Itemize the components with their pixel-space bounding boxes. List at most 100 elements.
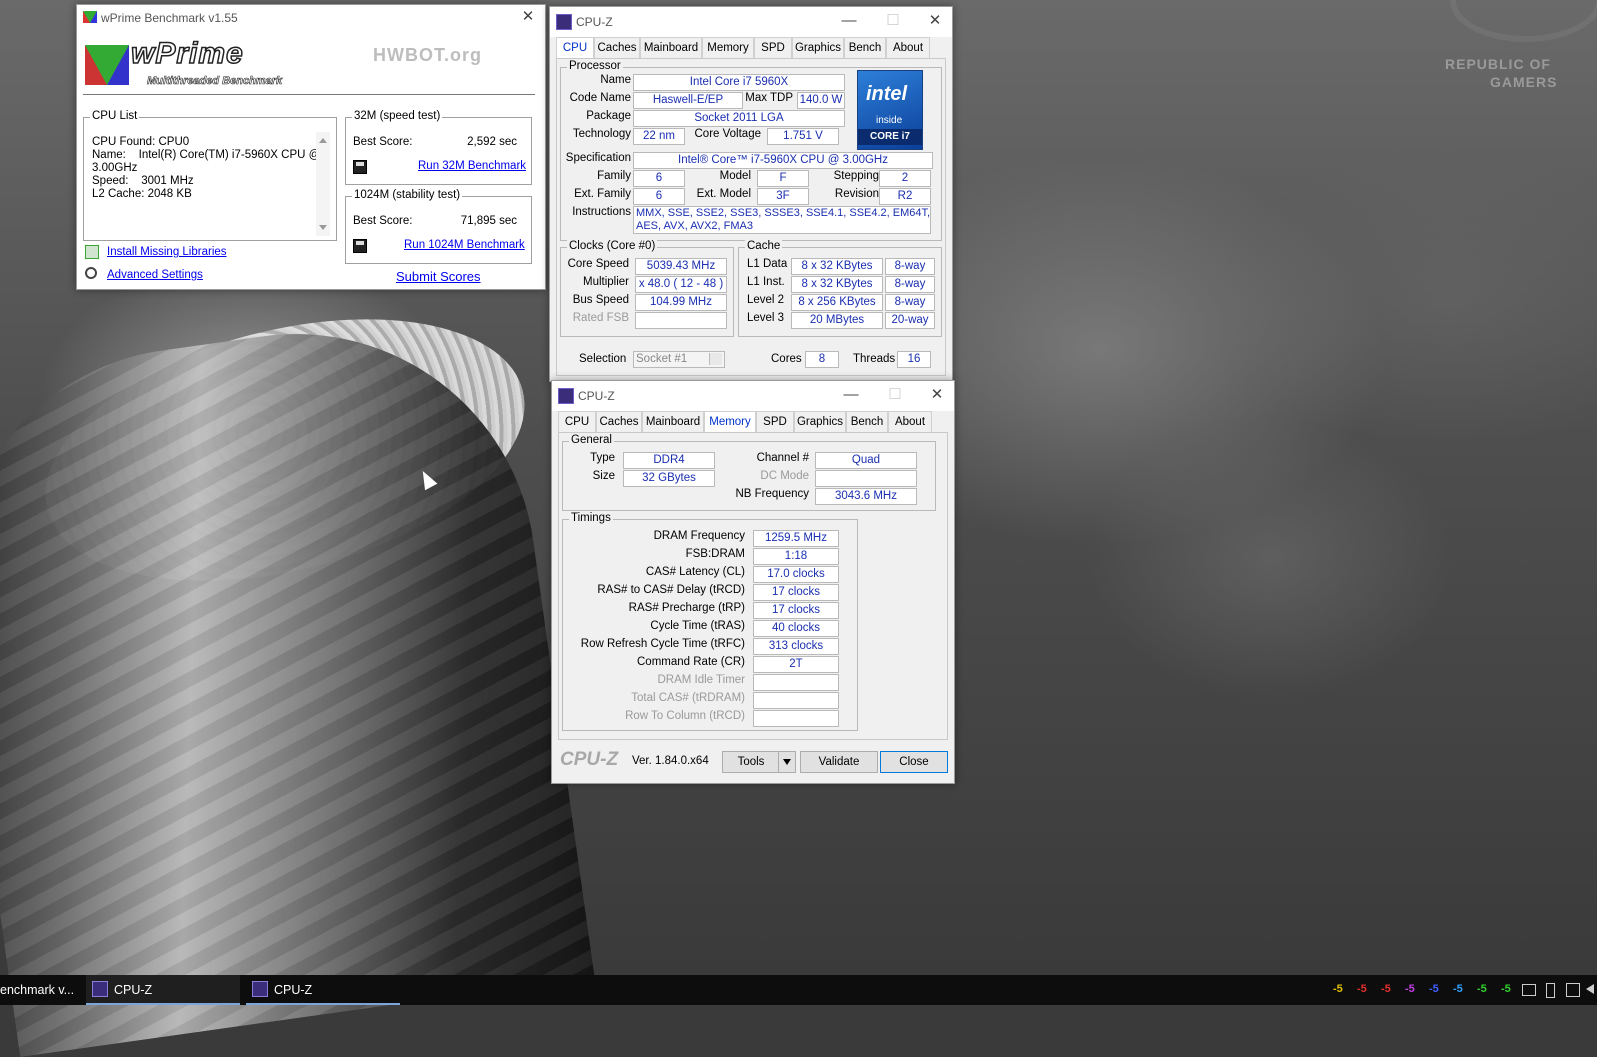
- validate-button[interactable]: Validate: [800, 751, 878, 773]
- corespeed-value: 5039.43 MHz: [635, 258, 727, 275]
- tray-monitor-icon[interactable]: [1522, 984, 1536, 996]
- multiplier-label: Multiplier: [582, 276, 629, 288]
- wprime-window: wPrime Benchmark v1.55 ✕ wPrime Multithr…: [76, 4, 546, 290]
- corevoltage-value: 1.751 V: [767, 128, 839, 145]
- general-group: General Type DDR4 Size 32 GBytes Channel…: [562, 434, 936, 511]
- floppy-save-icon[interactable]: [353, 239, 367, 253]
- selection-dropdown[interactable]: Socket #1: [633, 351, 725, 368]
- minimize-button[interactable]: —: [838, 385, 864, 405]
- cores-label: Cores: [771, 353, 802, 365]
- scroll-down-icon[interactable]: [319, 225, 327, 230]
- submit-scores-link[interactable]: Submit Scores: [396, 269, 481, 284]
- tab-caches[interactable]: Caches: [596, 411, 642, 432]
- stability-test-title: 1024M (stability test): [352, 189, 463, 201]
- tab-memory[interactable]: Memory: [702, 37, 754, 58]
- l1data-way: 8-way: [885, 258, 935, 275]
- scroll-up-icon[interactable]: [319, 138, 327, 143]
- tray-temp-indicator[interactable]: -5: [1453, 983, 1463, 995]
- tab-bench[interactable]: Bench: [844, 37, 886, 58]
- advanced-settings-link[interactable]: Advanced Settings: [107, 269, 203, 281]
- tray-temp-indicator[interactable]: -5: [1477, 983, 1487, 995]
- taskbar-item-wprime[interactable]: enchmark v...: [0, 975, 80, 1005]
- wprime-logo-subtitle: Multithreaded Benchmark: [147, 75, 283, 88]
- close-button[interactable]: ✕: [924, 385, 950, 405]
- taskbar-item-cpuz-1[interactable]: CPU-Z: [86, 975, 240, 1005]
- tab-cpu[interactable]: CPU: [558, 411, 596, 432]
- tray-network-icon[interactable]: [1566, 983, 1580, 997]
- tools-dropdown-button[interactable]: [778, 751, 796, 773]
- tab-bench[interactable]: Bench: [846, 411, 888, 432]
- l1inst-way: 8-way: [885, 276, 935, 293]
- run-32m-button[interactable]: Run 32M Benchmark: [418, 160, 526, 172]
- general-title: General: [569, 434, 614, 446]
- hwbot-logo[interactable]: HWBOT.org: [373, 45, 482, 66]
- cpuz-app-icon: [252, 981, 268, 998]
- cpu-list-box[interactable]: CPU Found: CPU0 Name: Intel(R) Core(TM) …: [88, 132, 330, 236]
- speed-best-score-label: Best Score:: [353, 136, 413, 148]
- floppy-save-icon[interactable]: [353, 160, 367, 174]
- tray-temp-indicator[interactable]: -5: [1333, 983, 1343, 995]
- tab-graphics[interactable]: Graphics: [794, 411, 846, 432]
- run-1024m-button[interactable]: Run 1024M Benchmark: [404, 239, 525, 251]
- minimize-button[interactable]: —: [836, 11, 862, 31]
- tab-spd[interactable]: SPD: [756, 411, 794, 432]
- tools-button[interactable]: Tools: [722, 751, 780, 773]
- timing-value: 313 clocks: [753, 638, 839, 655]
- wprime-close-button[interactable]: ✕: [515, 7, 541, 27]
- cpu-list-scrollbar[interactable]: [316, 132, 330, 236]
- level2-label: Level 2: [747, 294, 785, 306]
- channel-label: Channel #: [756, 452, 809, 464]
- intel-logo-text: intel: [866, 83, 908, 105]
- tray-volume-icon[interactable]: [1586, 984, 1594, 994]
- name-value: Intel Core i7 5960X: [633, 74, 845, 91]
- cpu-list-line: L2 Cache: 2048 KB: [92, 188, 192, 200]
- tab-mainboard[interactable]: Mainboard: [642, 411, 704, 432]
- tab-memory[interactable]: Memory: [704, 411, 756, 434]
- tray-temp-indicator[interactable]: -5: [1405, 983, 1415, 995]
- tray-temp-indicator[interactable]: -5: [1429, 983, 1439, 995]
- tray-temp-indicator[interactable]: -5: [1381, 983, 1391, 995]
- taskbar-item-cpuz-2[interactable]: CPU-Z: [246, 975, 400, 1005]
- channel-value: Quad: [815, 452, 917, 469]
- specification-value: Intel® Core™ i7-5960X CPU @ 3.00GHz: [633, 152, 933, 169]
- nbfrequency-value: 3043.6 MHz: [815, 488, 917, 505]
- cache-group: Cache L1 Data 8 x 32 KBytes 8-way L1 Ins…: [738, 240, 942, 337]
- cpuz-cpu-titlebar[interactable]: CPU-Z — ☐ ✕: [550, 7, 952, 37]
- threads-label: Threads: [853, 353, 896, 365]
- level3-way: 20-way: [885, 312, 935, 329]
- dcmode-label: DC Mode: [760, 470, 809, 482]
- install-libraries-icon[interactable]: [85, 245, 99, 259]
- l1inst-label: L1 Inst.: [747, 276, 785, 288]
- wprime-titlebar[interactable]: wPrime Benchmark v1.55 ✕: [77, 5, 545, 31]
- timing-value: 1:18: [753, 548, 839, 565]
- cpuz-cpu-window: CPU-Z — ☐ ✕ CPU Caches Mainboard Memory …: [549, 6, 953, 382]
- tray-battery-icon[interactable]: [1546, 983, 1555, 998]
- wprime-app-icon: [83, 11, 97, 23]
- wrench-icon[interactable]: [85, 267, 97, 279]
- stepping-label: Stepping: [833, 170, 879, 182]
- tab-cpu[interactable]: CPU: [556, 37, 594, 60]
- tray-temp-indicator[interactable]: -5: [1357, 983, 1367, 995]
- chevron-down-icon[interactable]: [709, 353, 722, 365]
- tab-mainboard[interactable]: Mainboard: [640, 37, 702, 58]
- taskbar: enchmark v... CPU-Z CPU-Z -5 -5 -5 -5 -5…: [0, 975, 1597, 1005]
- level3-value: 20 MBytes: [791, 312, 883, 329]
- tab-caches[interactable]: Caches: [594, 37, 640, 58]
- tray-temp-indicator[interactable]: -5: [1501, 983, 1511, 995]
- close-dialog-button[interactable]: Close: [880, 751, 948, 773]
- cpuz-version: Ver. 1.84.0.x64: [632, 755, 709, 767]
- timing-label: CAS# Latency (CL): [645, 566, 745, 578]
- tab-graphics[interactable]: Graphics: [792, 37, 844, 58]
- intel-inside-text: inside: [876, 115, 903, 126]
- tab-about[interactable]: About: [886, 37, 930, 58]
- tab-about[interactable]: About: [888, 411, 932, 432]
- timing-label: RAS# Precharge (tRP): [628, 602, 745, 614]
- close-button[interactable]: ✕: [922, 11, 948, 31]
- cpuz-memory-window: CPU-Z — ☐ ✕ CPU Caches Mainboard Memory …: [551, 380, 955, 784]
- timing-label: Cycle Time (tRAS): [650, 620, 745, 632]
- cpuz-memory-titlebar[interactable]: CPU-Z — ☐ ✕: [552, 381, 954, 411]
- name-label: Name: [600, 74, 631, 86]
- install-libraries-link[interactable]: Install Missing Libraries: [107, 246, 227, 258]
- extmodel-label: Ext. Model: [696, 188, 751, 200]
- tab-spd[interactable]: SPD: [754, 37, 792, 58]
